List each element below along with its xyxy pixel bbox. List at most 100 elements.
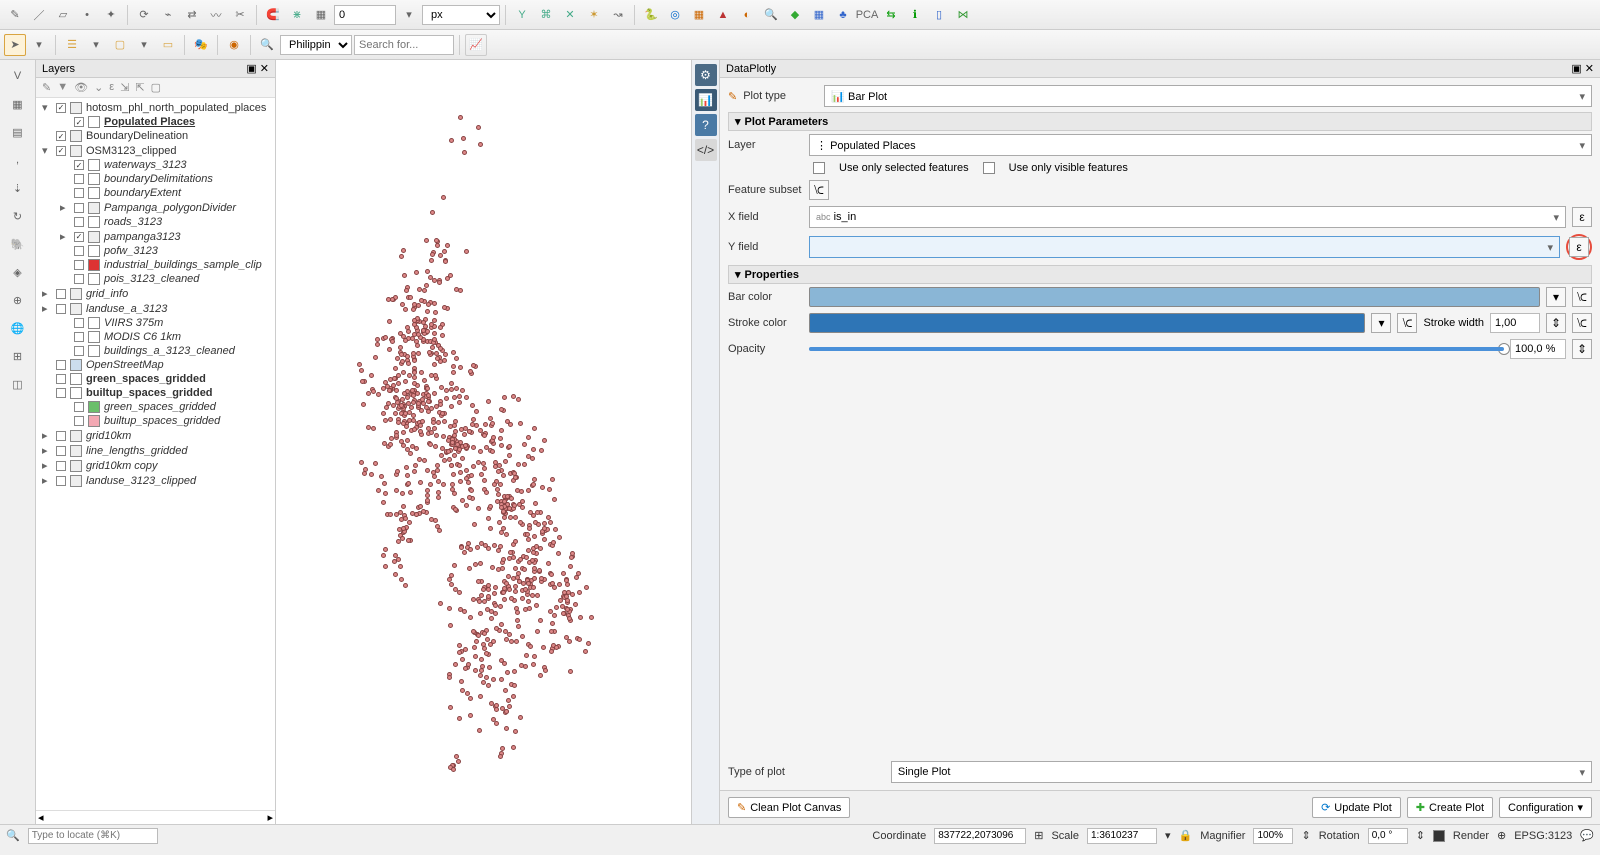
epsg-label[interactable]: EPSG:3123	[1514, 830, 1572, 842]
visibility-checkbox[interactable]	[56, 461, 66, 471]
visibility-checkbox[interactable]	[56, 103, 66, 113]
expand-icon[interactable]: ⇲	[120, 81, 129, 94]
magnifier-stepper[interactable]: ⇕	[1301, 829, 1310, 842]
stroke-color-swatch[interactable]	[809, 313, 1365, 333]
mask-icon[interactable]: 🎭	[190, 34, 212, 56]
stroke-width-datadefine-button[interactable]: ⟈	[1572, 313, 1592, 333]
close-icon[interactable]: ▣ ✕	[1571, 62, 1594, 75]
properties-header[interactable]: ▾ Properties	[728, 265, 1592, 284]
locate-input[interactable]	[28, 828, 158, 844]
hotosm-icon[interactable]: ◉	[223, 34, 245, 56]
collapse-icon[interactable]: ⇱	[135, 81, 144, 94]
filter-icon[interactable]: ▼	[57, 81, 68, 94]
stroke-width-stepper[interactable]: ⇕	[1546, 313, 1566, 333]
layer-row[interactable]: ▸landuse_a_3123	[38, 301, 273, 316]
plugin6-icon[interactable]: ◆	[784, 4, 806, 26]
plugin2-icon[interactable]: ▦	[688, 4, 710, 26]
layer-row[interactable]: ▸grid10km copy	[38, 458, 273, 473]
visibility-checkbox[interactable]	[56, 304, 66, 314]
visibility-checkbox[interactable]	[74, 246, 84, 256]
render-checkbox[interactable]	[1433, 830, 1445, 842]
feature-subset-button[interactable]: ⟈	[809, 180, 829, 200]
dp-tab-chart-icon[interactable]: 📊	[695, 89, 717, 111]
topo2-icon[interactable]: ⌘	[535, 4, 557, 26]
layer-row[interactable]: roads_3123	[38, 215, 273, 229]
scroll-left-icon[interactable]: ◂	[38, 811, 44, 824]
visibility-checkbox[interactable]	[56, 446, 66, 456]
y-field-expression-button[interactable]: ε	[1569, 237, 1589, 257]
offset-icon[interactable]: ⇄	[181, 4, 203, 26]
bar-color-datadefine-button[interactable]: ⟈	[1572, 287, 1592, 307]
snap-unit-select[interactable]: px	[422, 5, 500, 25]
plugin10-icon[interactable]: ⇆	[880, 4, 902, 26]
chart-icon[interactable]: 📈	[465, 34, 487, 56]
visibility-checkbox[interactable]	[74, 332, 84, 342]
layer-row[interactable]: builtup_spaces_gridded	[38, 414, 273, 428]
visibility-checkbox[interactable]	[74, 117, 84, 127]
visibility-checkbox[interactable]	[74, 260, 84, 270]
use-selected-checkbox[interactable]	[813, 162, 825, 174]
expand-icon[interactable]: ▸	[60, 230, 70, 243]
opacity-stepper[interactable]: ⇕	[1572, 339, 1592, 359]
layer-row[interactable]: green_spaces_gridded	[38, 400, 273, 414]
opacity-input[interactable]	[1510, 339, 1566, 359]
layer-row[interactable]: boundaryDelimitations	[38, 172, 273, 186]
expand-icon[interactable]: ▾	[42, 101, 52, 114]
layer-row[interactable]: boundaryExtent	[38, 186, 273, 200]
add-gpkg-icon[interactable]: ◫	[4, 372, 32, 396]
add-wms-icon[interactable]: ⇣	[4, 176, 32, 200]
configuration-button[interactable]: Configuration ▾	[1499, 797, 1592, 818]
scale-input[interactable]	[1087, 828, 1157, 844]
layer-row[interactable]: ▸grid_info	[38, 286, 273, 301]
plugin4-icon[interactable]: ◐	[736, 4, 758, 26]
topo-icon[interactable]: Y	[511, 4, 533, 26]
visibility-checkbox[interactable]	[56, 146, 66, 156]
layer-row[interactable]: ▾hotosm_phl_north_populated_places	[38, 100, 273, 115]
modify-tool-icon[interactable]: ✦	[100, 4, 122, 26]
expand-icon[interactable]: ▸	[42, 474, 52, 487]
rotate-icon[interactable]: ⟳	[133, 4, 155, 26]
search-input[interactable]	[354, 35, 454, 55]
layer-row[interactable]: VIIRS 375m	[38, 316, 273, 330]
cursor-icon[interactable]: ➤	[4, 34, 26, 56]
plugin7-icon[interactable]: ▦	[808, 4, 830, 26]
layer-row[interactable]: ▸Pampanga_polygonDivider	[38, 200, 273, 215]
plot-type-select[interactable]: 📊 Bar Plot ▾	[824, 85, 1592, 107]
plugin12-icon[interactable]: ▯	[928, 4, 950, 26]
visibility-checkbox[interactable]	[56, 388, 66, 398]
stroke-color-menu[interactable]: ▾	[1371, 313, 1391, 333]
visibility-checkbox[interactable]	[74, 174, 84, 184]
layer-row[interactable]: buildings_a_3123_cleaned	[38, 344, 273, 358]
clean-plot-button[interactable]: ✎ Clean Plot Canvas	[728, 797, 850, 818]
add-virtual-icon[interactable]: ⊕	[4, 288, 32, 312]
y-field-select[interactable]: ▾	[809, 236, 1560, 258]
select-icon[interactable]: ☰	[61, 34, 83, 56]
rotation-stepper[interactable]: ⇕	[1416, 829, 1425, 842]
polygon-tool-icon[interactable]: ▱	[52, 4, 74, 26]
visibility-checkbox[interactable]	[56, 431, 66, 441]
layer-row[interactable]: Populated Places	[38, 115, 273, 129]
lock-icon[interactable]: 🔒	[1179, 829, 1193, 842]
plugin11-icon[interactable]: ℹ	[904, 4, 926, 26]
add-csv-icon[interactable]: ,	[4, 148, 32, 172]
create-plot-button[interactable]: ✚ Create Plot	[1407, 797, 1493, 818]
expand-icon[interactable]: ▸	[60, 201, 70, 214]
rotation-input[interactable]	[1368, 828, 1408, 844]
visibility-checkbox[interactable]	[56, 374, 66, 384]
avoid-icon[interactable]: ✶	[583, 4, 605, 26]
layer-row[interactable]: ▾OSM3123_clipped	[38, 143, 273, 158]
scale-stepper[interactable]: ▾	[1165, 829, 1171, 842]
visibility-checkbox[interactable]	[74, 188, 84, 198]
plugin5-icon[interactable]: 🔍	[760, 4, 782, 26]
deselect-icon[interactable]: ▢	[109, 34, 131, 56]
visibility-checkbox[interactable]	[74, 318, 84, 328]
layer-row[interactable]: ▸pampanga3123	[38, 229, 273, 244]
vertex-snap-icon[interactable]: ⋇	[286, 4, 308, 26]
plot-parameters-header[interactable]: ▾ Plot Parameters	[728, 112, 1592, 131]
layer-row[interactable]: pofw_3123	[38, 244, 273, 258]
expand-icon[interactable]: ▸	[42, 287, 52, 300]
snap-tolerance-input[interactable]	[334, 5, 396, 25]
visibility-checkbox[interactable]	[74, 346, 84, 356]
layer-row[interactable]: green_spaces_gridded	[38, 372, 273, 386]
reshape-icon[interactable]: 〰	[205, 4, 227, 26]
